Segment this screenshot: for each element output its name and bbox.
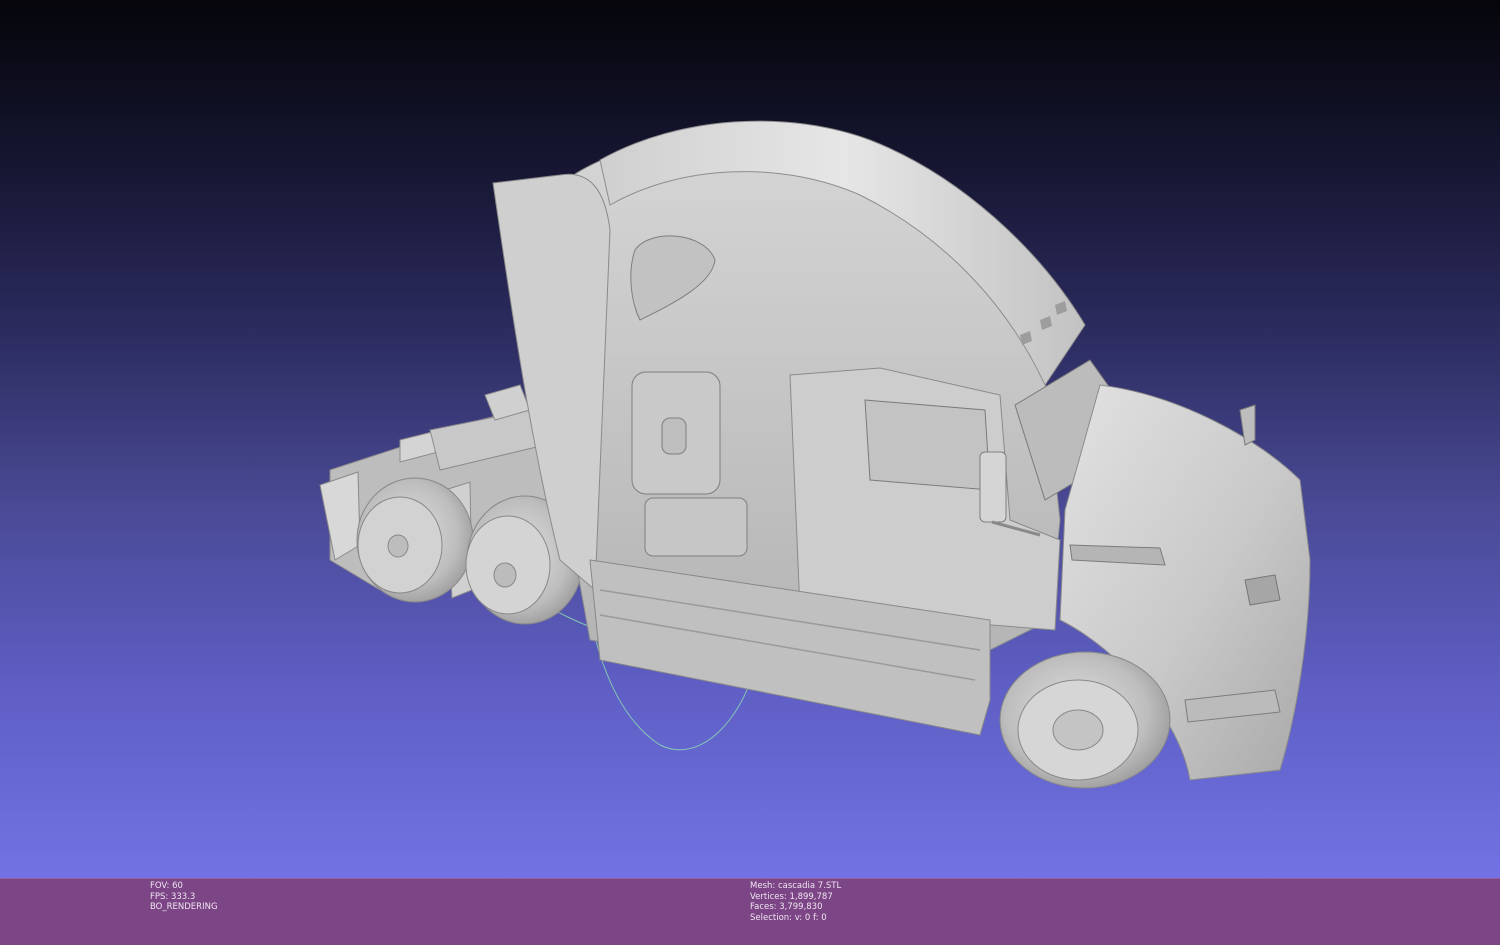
mesh-info-panel: Mesh: cascadia 7.STL Vertices: 1,899,787… [750, 881, 841, 923]
face-count: Faces: 3,799,830 [750, 902, 823, 912]
rear-axle-1-wheel [356, 477, 474, 603]
fps-label: FPS: [150, 891, 169, 902]
fps-value: 333.3 [170, 891, 196, 902]
render-info-panel: FOV: 60 FPS: 333.3 BO_RENDERING [150, 881, 218, 913]
fps-readout: FPS: 333.3 [150, 892, 218, 903]
mesh-name: Mesh: cascadia 7.STL [750, 881, 842, 891]
fov-readout: FOV: 60 [150, 881, 218, 892]
render-mode: BO_RENDERING [150, 902, 218, 912]
vertex-count: Vertices: 1,899,787 [750, 891, 833, 902]
fov-label: FOV: [150, 881, 170, 891]
front-wheel [999, 651, 1171, 789]
sleeper-cab [492, 120, 1116, 736]
fov-value: 60 [172, 881, 183, 891]
status-bar: FOV: 60 FPS: 333.3 BO_RENDERING Mesh: ca… [0, 878, 1500, 945]
selection-count: Selection: v: 0 f: 0 [750, 912, 827, 923]
mesh-viewport[interactable] [0, 0, 1500, 878]
truck-mesh-render[interactable] [0, 0, 1500, 878]
